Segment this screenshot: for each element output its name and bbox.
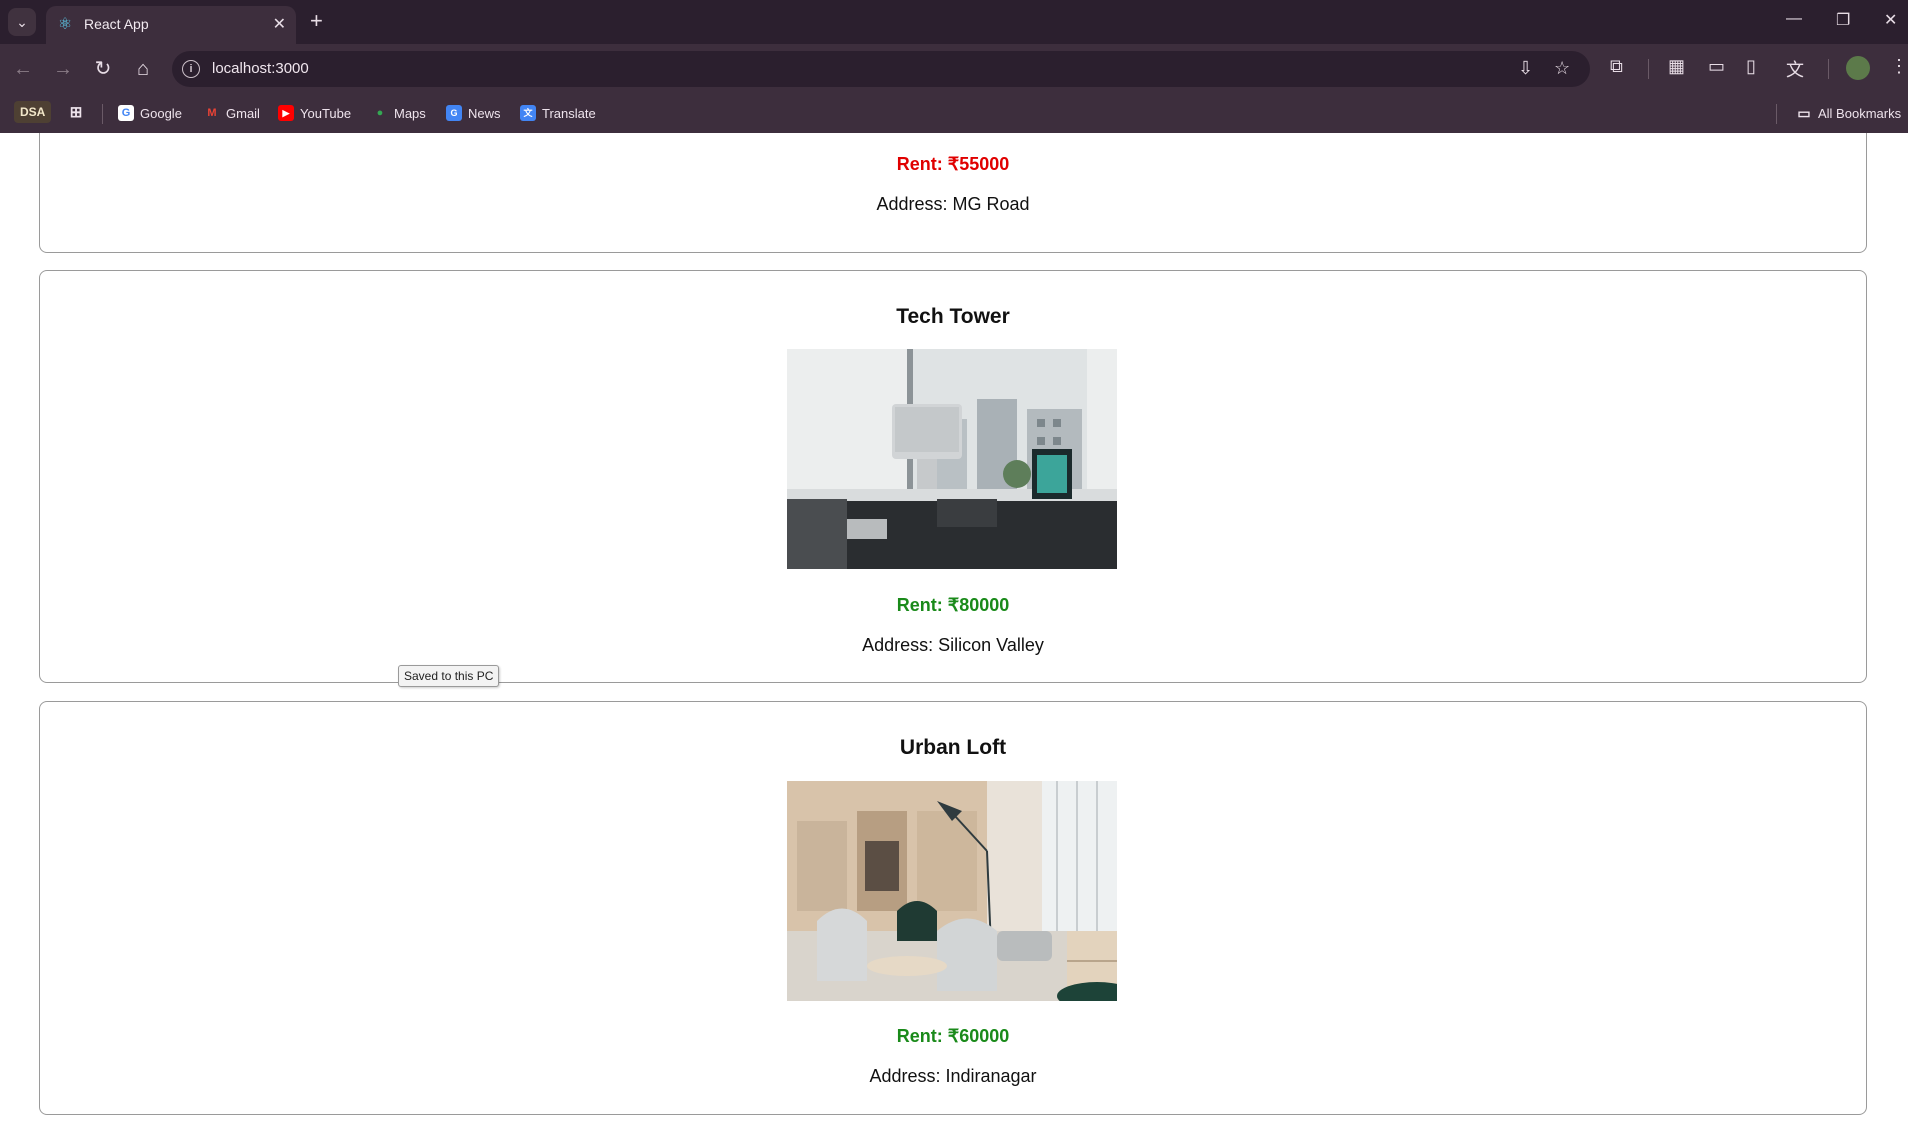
property-title: Urban Loft	[899, 736, 1007, 759]
new-tab-button[interactable]: +	[310, 8, 323, 34]
close-icon[interactable]: ✕	[273, 14, 286, 34]
home-icon[interactable]: ⌂	[130, 56, 156, 82]
translate-icon[interactable]: 文	[1786, 56, 1804, 82]
reading-mode-icon[interactable]: ▯	[1746, 56, 1756, 77]
browser-chrome: ⌄ ⚛ React App ✕ + — ❐ ✕ ← → ↻ ⌂ i localh…	[0, 0, 1908, 134]
gmail-icon: M	[207, 107, 217, 119]
youtube-icon: ▶	[278, 105, 294, 121]
toolbar-divider	[1648, 59, 1649, 79]
tab-react-app[interactable]: ⚛ React App ✕	[46, 6, 296, 44]
restore-icon[interactable]: ❐	[1836, 10, 1850, 30]
bookmark-dsa[interactable]: DSA	[14, 101, 52, 123]
bookmarks-bar: DSA ⊞ G Google M Gmail ▶ YouTube ● Maps …	[0, 94, 1908, 134]
bookmark-label: YouTube	[300, 105, 352, 121]
address-label: Address: Silicon Valley	[862, 635, 1044, 655]
bookmark-label: Gmail	[226, 105, 260, 121]
bookmark-translate[interactable]: 文 Translate	[520, 102, 596, 124]
window-close-icon[interactable]: ✕	[1884, 10, 1897, 30]
minimize-icon[interactable]: —	[1786, 10, 1802, 28]
address-label: Address: MG Road	[876, 194, 1030, 214]
property-card: Urban Loft Rent: ₹60000 Address: Indiran…	[39, 701, 1867, 1115]
rent-label: Rent: ₹60000	[896, 1026, 1010, 1046]
install-app-icon[interactable]: ⇩	[1518, 58, 1533, 79]
bookmark-google[interactable]: G Google	[118, 102, 182, 124]
bookmark-youtube[interactable]: ▶ YouTube	[278, 102, 351, 124]
url-text: localhost:3000	[212, 60, 309, 77]
bookmark-label: News	[468, 105, 501, 121]
reload-icon[interactable]: ↻	[90, 56, 116, 82]
all-bookmarks-label: All Bookmarks	[1818, 105, 1902, 121]
site-info-icon[interactable]: i	[182, 60, 200, 78]
folder-icon: ▭	[1797, 105, 1811, 121]
maps-pin-icon: ●	[376, 107, 384, 119]
navigation-toolbar: ← → ↻ ⌂ i localhost:3000 ⇩ ☆ ⧉ ▦ ▭ ▯ 文 ⋮	[0, 44, 1908, 94]
all-bookmarks-button[interactable]: ▭ All Bookmarks	[1796, 102, 1901, 124]
apps-icon[interactable]: ⊞	[68, 102, 84, 124]
extensions-icon[interactable]: ⧉	[1610, 56, 1623, 77]
rent-label: Rent: ₹55000	[896, 154, 1010, 174]
saved-tooltip: Saved to this PC	[398, 665, 500, 687]
address-label: Address: Indiranagar	[869, 1066, 1037, 1086]
qr-code-icon[interactable]: ▦	[1668, 56, 1685, 77]
toolbar-divider	[1828, 59, 1829, 79]
address-bar[interactable]: i localhost:3000 ⇩ ☆	[172, 51, 1590, 87]
bookmark-label: Google	[140, 105, 182, 121]
tab-strip: ⌄ ⚛ React App ✕ + — ❐ ✕	[0, 0, 1908, 44]
google-icon: G	[118, 105, 134, 121]
bookmark-label: Maps	[394, 105, 426, 121]
tab-search-button[interactable]: ⌄	[8, 8, 36, 36]
back-icon[interactable]: ←	[10, 56, 36, 82]
bookmark-divider	[1776, 104, 1777, 124]
react-logo-icon: ⚛	[57, 16, 73, 33]
bookmark-divider	[102, 104, 103, 124]
chevron-down-icon: ⌄	[16, 13, 28, 30]
tab-title: React App	[84, 16, 149, 32]
cast-icon[interactable]: ▭	[1708, 56, 1725, 77]
property-image	[787, 781, 1117, 1001]
menu-icon[interactable]: ⋮	[1890, 56, 1908, 77]
news-icon: G	[446, 105, 462, 121]
translate-icon: 文	[520, 105, 536, 121]
property-card: Rent: ₹55000 Address: MG Road	[39, 133, 1867, 253]
rent-label: Rent: ₹80000	[896, 595, 1010, 615]
property-image	[787, 349, 1117, 569]
bookmark-news[interactable]: G News	[446, 102, 501, 124]
profile-avatar[interactable]	[1846, 56, 1870, 80]
bookmark-label: Translate	[542, 105, 596, 121]
bookmark-gmail[interactable]: M Gmail	[204, 102, 260, 124]
page-content: Rent: ₹55000 Address: MG Road Tech Tower	[0, 133, 1908, 1143]
property-title: Tech Tower	[896, 305, 1010, 328]
bookmark-maps[interactable]: ● Maps	[372, 102, 426, 124]
property-card: Tech Tower Rent: ₹80000 Address: Silicon…	[39, 270, 1867, 683]
star-bookmark-icon[interactable]: ☆	[1554, 58, 1570, 79]
forward-icon[interactable]: →	[50, 56, 76, 82]
